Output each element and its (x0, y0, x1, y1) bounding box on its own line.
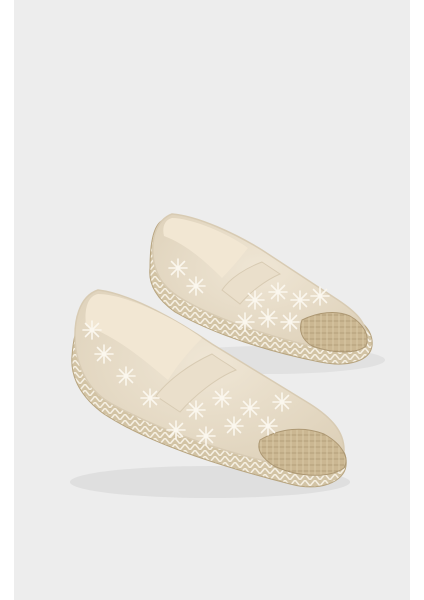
product-photo (14, 0, 410, 600)
product-image-frame (0, 0, 424, 600)
espadrille-pair-illustration (70, 213, 385, 498)
